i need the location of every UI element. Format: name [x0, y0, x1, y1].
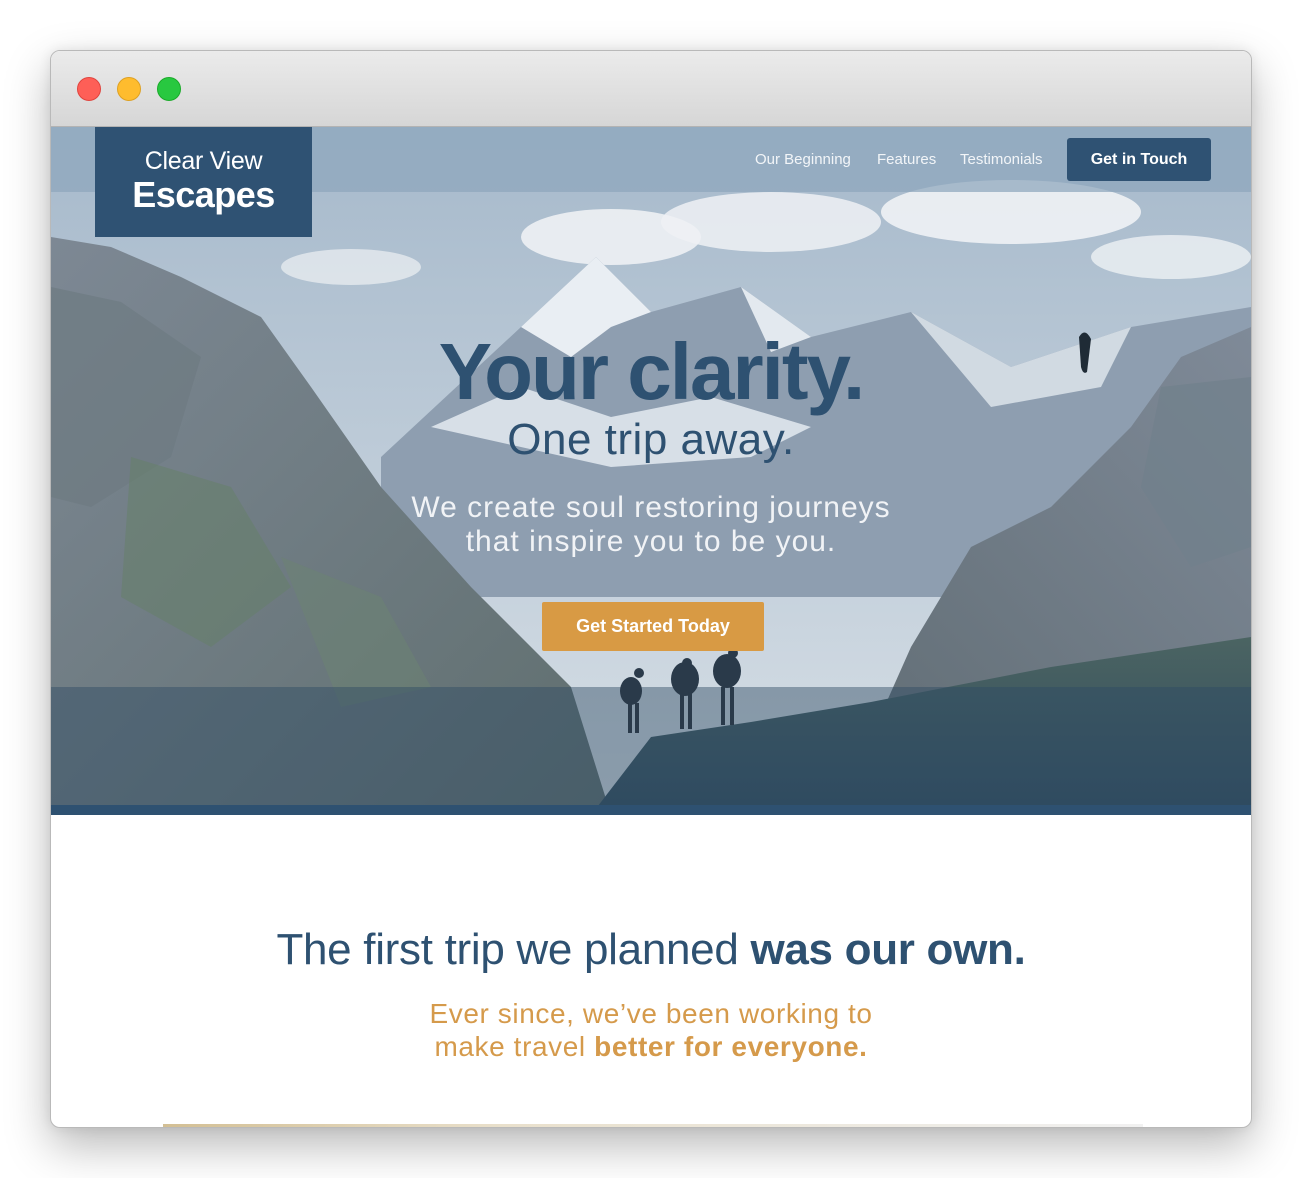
- intro-sub-line-1: Ever since, we’ve been working to: [429, 998, 873, 1029]
- hero-headline: Your clarity.: [438, 327, 866, 416]
- nav-link-our-beginning[interactable]: Our Beginning: [755, 151, 851, 168]
- hero-section: Our Beginning Features Testimonials Get …: [51, 127, 1251, 815]
- intro-sub-line-2: make travel better for everyone.: [51, 1030, 1251, 1063]
- next-section-image-edge: [163, 1124, 1143, 1127]
- get-started-button[interactable]: Get Started Today: [542, 602, 764, 651]
- logo-line-2: Escapes: [132, 174, 275, 215]
- minimize-window-button[interactable]: [117, 77, 141, 101]
- hero-bottom-band: [51, 805, 1251, 815]
- intro-title: The first trip we planned was our own.: [51, 925, 1251, 975]
- zoom-window-button[interactable]: [157, 77, 181, 101]
- close-window-button[interactable]: [77, 77, 101, 101]
- intro-sub-line-2-bold: better for everyone.: [594, 1031, 868, 1062]
- hero-tagline: We create soul restoring journeys that i…: [51, 491, 1251, 559]
- intro-title-light: The first trip we planned: [276, 925, 751, 974]
- hero-subheadline: One trip away.: [507, 415, 795, 464]
- nav-link-testimonials[interactable]: Testimonials: [960, 151, 1043, 168]
- logo-line-1: Clear View: [144, 147, 263, 175]
- intro-subtitle: Ever since, we’ve been working to make t…: [51, 997, 1251, 1063]
- browser-window: Our Beginning Features Testimonials Get …: [50, 50, 1252, 1128]
- hero-tagline-line-2: that inspire you to be you.: [465, 525, 837, 558]
- brand-logo[interactable]: Clear View Escapes: [95, 127, 312, 237]
- window-titlebar: [51, 51, 1251, 127]
- nav-link-features[interactable]: Features: [877, 151, 936, 168]
- hero-tagline-line-1: We create soul restoring journeys: [411, 491, 891, 524]
- intro-sub-line-2-light: make travel: [434, 1031, 595, 1062]
- get-in-touch-button[interactable]: Get in Touch: [1067, 138, 1211, 181]
- intro-title-bold: was our own.: [750, 925, 1026, 974]
